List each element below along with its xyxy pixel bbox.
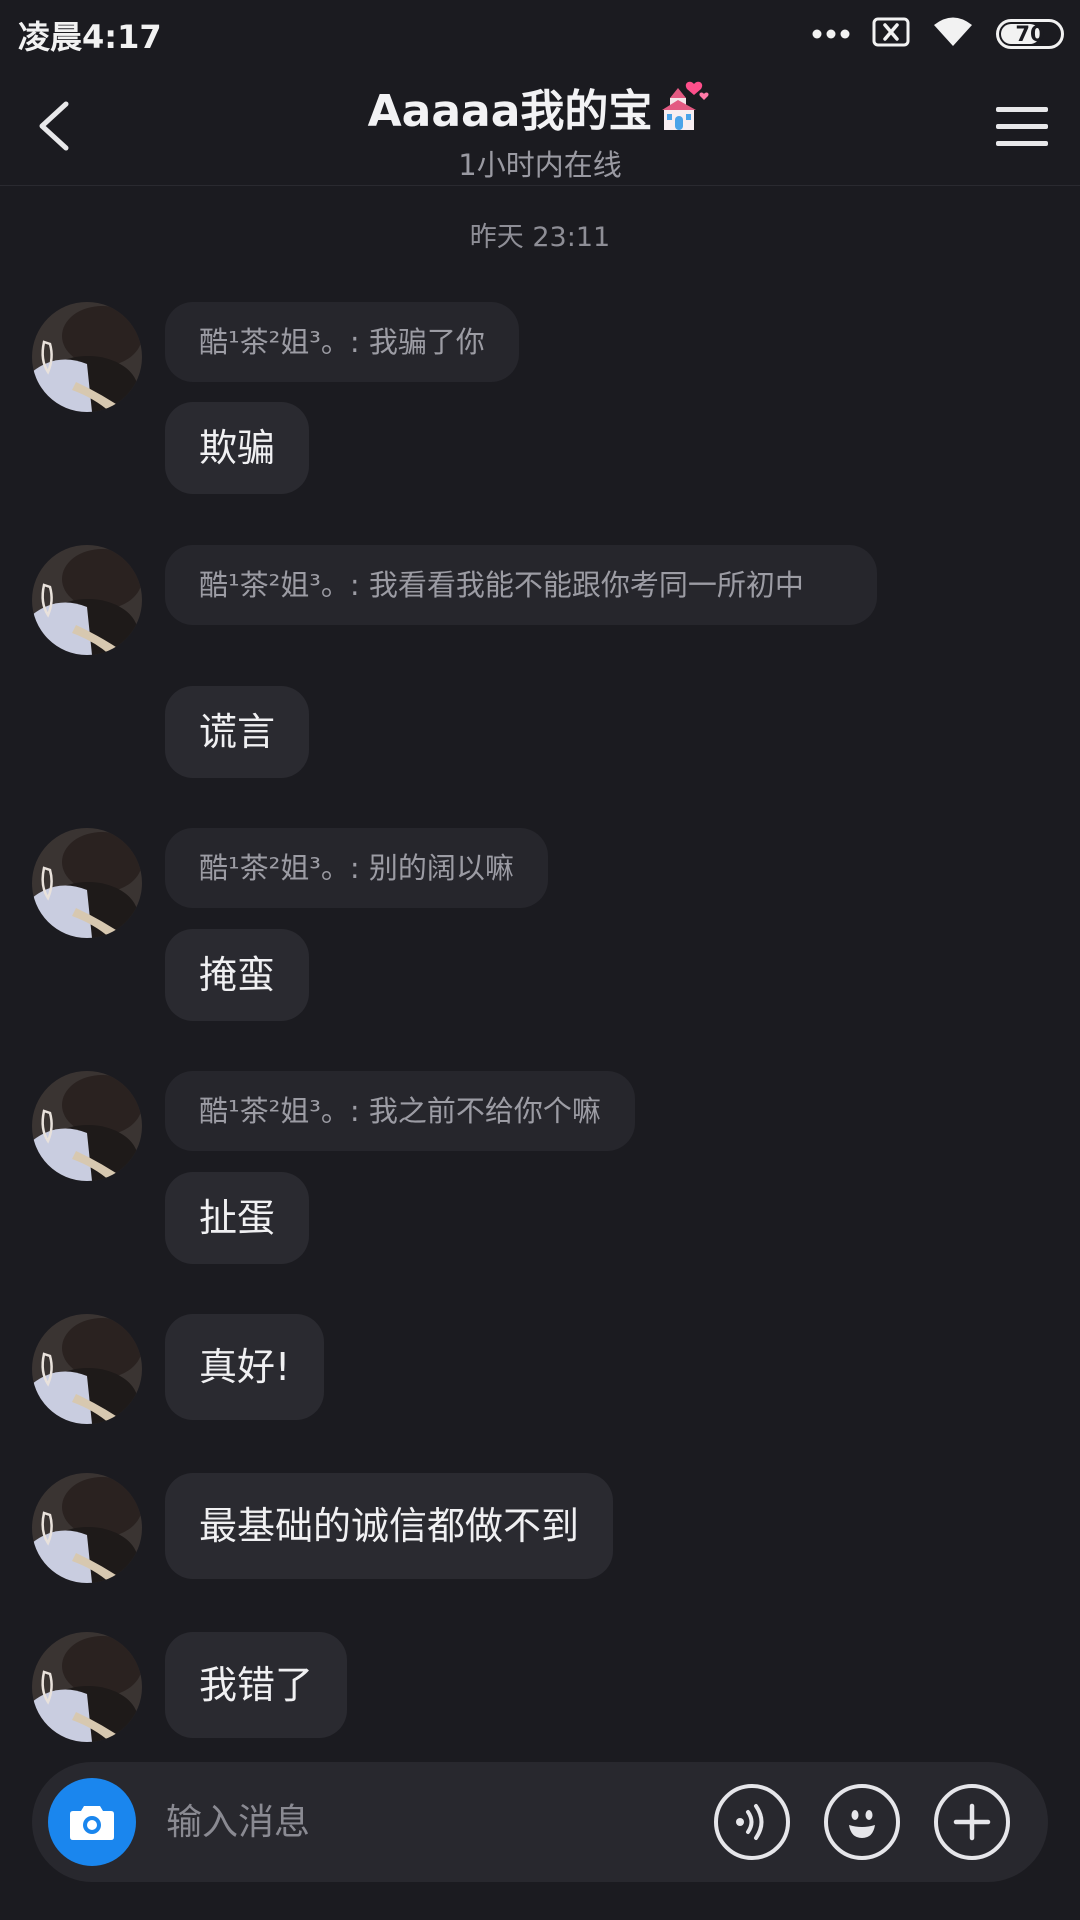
avatar[interactable] [32,828,142,938]
message-row: 真好! [0,1314,1080,1424]
chat-title: Aaaaa我的宝 [240,80,840,145]
camera-icon [70,1806,114,1840]
message-input[interactable] [166,1792,726,1852]
message-row: 酷¹茶²姐³。: 我看看我能不能跟你考同一所初中 谎言 [0,545,1080,785]
menu-button[interactable] [996,96,1056,156]
message-row: 酷¹茶²姐³。: 我之前不给你个嘛 扯蛋 [0,1071,1080,1271]
message-row: 最基础的诚信都做不到 [0,1473,1080,1583]
avatar[interactable] [32,1473,142,1583]
hamburger-menu-icon-line [996,123,1048,129]
status-time: 凌晨4:17 [18,18,162,56]
avatar[interactable] [32,1314,142,1424]
hamburger-menu-icon-line [996,140,1048,146]
message-row: 酷¹茶²姐³。: 我骗了你 欺骗 [0,302,1080,502]
message-bubble[interactable]: 谎言 [165,686,310,778]
status-bar: 凌晨4:17 70 [0,0,1080,66]
reply-quote[interactable]: 酷¹茶²姐³。: 我之前不给你个嘛 [165,1071,635,1151]
chat-header: Aaaaa我的宝 1小时内在线 [0,66,1080,186]
message-row: 我错了 [0,1632,1080,1742]
battery-icon: 70 [996,19,1064,49]
chat-screen: 凌晨4:17 70 Aaaaa我的宝 1小时内在线 昨天 23:11 酷¹茶²姐… [0,0,1080,1920]
message-bubble[interactable]: 最基础的诚信都做不到 [165,1473,614,1579]
avatar[interactable] [32,1632,142,1742]
voice-icon [736,1804,764,1840]
wedding-chapel-icon [656,80,712,145]
message-bubble[interactable]: 扯蛋 [165,1172,310,1264]
reply-quote[interactable]: 酷¹茶²姐³。: 别的阔以嘛 [165,828,548,908]
avatar[interactable] [32,1071,142,1181]
message-bubble[interactable]: 掩蛮 [165,929,310,1021]
wifi-icon [932,16,974,52]
message-row: 酷¹茶²姐³。: 别的阔以嘛 掩蛮 [0,828,1080,1028]
message-bubble[interactable]: 我错了 [165,1632,348,1738]
battery-percent: 70 [1015,22,1045,46]
chevron-left-icon [39,101,69,151]
online-status: 1小时内在线 [458,148,622,182]
hamburger-menu-icon [996,106,1048,112]
emoji-icon [849,1810,875,1838]
message-bubble[interactable]: 真好! [165,1314,325,1420]
plus-icon [953,1803,991,1841]
input-bar [32,1762,1048,1882]
message-bubble[interactable]: 欺骗 [165,402,310,494]
no-sim-icon [872,17,910,51]
avatar[interactable] [32,545,142,655]
camera-button[interactable] [48,1778,136,1866]
reply-quote[interactable]: 酷¹茶²姐³。: 我骗了你 [165,302,519,382]
chat-title-text: Aaaaa我的宝 [367,86,653,137]
plus-button[interactable] [934,1784,1010,1860]
back-button[interactable] [24,96,84,156]
date-divider: 昨天 23:11 [469,222,611,253]
avatar[interactable] [32,302,142,412]
voice-button[interactable] [714,1784,790,1860]
more-dots-icon [812,25,850,44]
emoji-button[interactable] [824,1784,900,1860]
status-icons: 70 [812,14,1064,54]
title-area[interactable]: Aaaaa我的宝 1小时内在线 [240,80,840,183]
reply-quote[interactable]: 酷¹茶²姐³。: 我看看我能不能跟你考同一所初中 [165,545,877,625]
